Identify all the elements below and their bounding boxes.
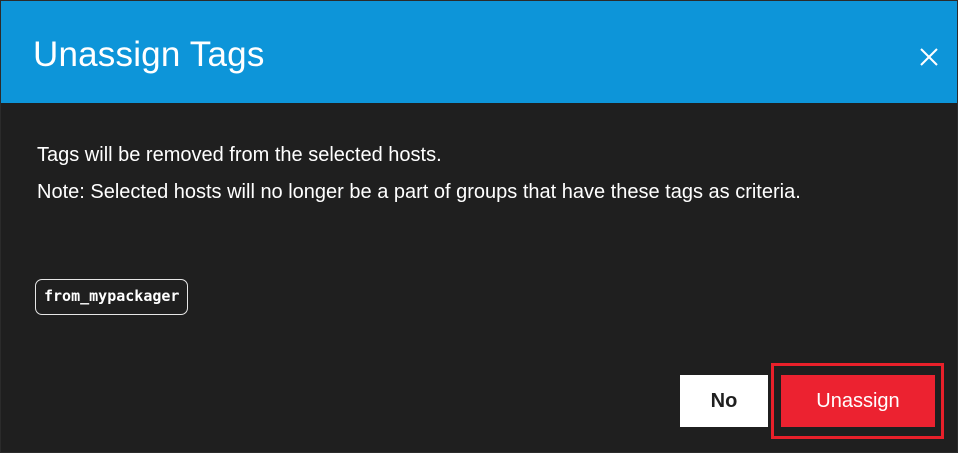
unassign-button[interactable]: Unassign (781, 375, 935, 427)
no-button[interactable]: No (680, 375, 768, 427)
message-line-2: Note: Selected hosts will no longer be a… (37, 181, 801, 203)
unassign-tags-dialog: Unassign Tags Tags will be removed from … (0, 0, 958, 453)
close-icon (917, 45, 941, 69)
dialog-message: Tags will be removed from the selected h… (37, 137, 917, 211)
tag-chip: from_mypackager (35, 279, 189, 315)
message-line-1: Tags will be removed from the selected h… (37, 144, 442, 166)
dialog-title: Unassign Tags (33, 35, 265, 74)
close-button[interactable] (917, 45, 941, 69)
dialog-header: Unassign Tags (1, 1, 957, 103)
